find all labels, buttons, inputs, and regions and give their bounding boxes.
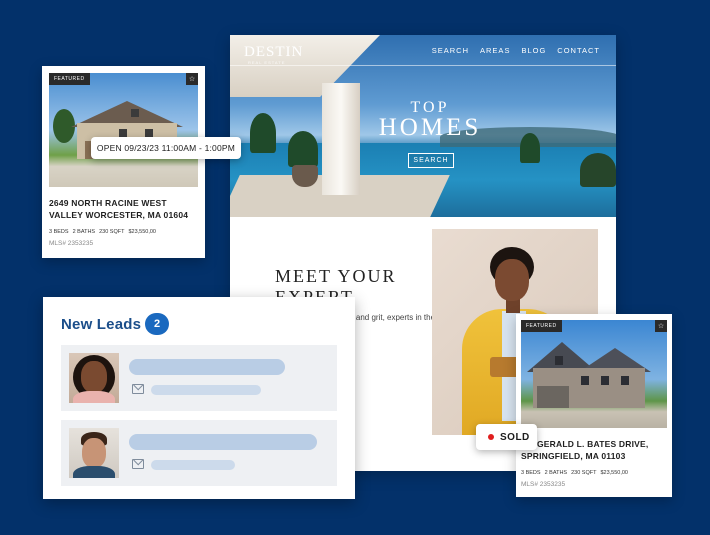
favorite-star-icon[interactable]: ☆ [186,73,198,85]
new-leads-panel: New Leads 2 [43,297,355,499]
window-image [601,376,609,385]
site-logo[interactable]: DESTIN [244,44,303,61]
nav-contact[interactable]: CONTACT [557,46,600,55]
tree-image [53,109,75,143]
lead-avatar[interactable] [69,428,119,478]
nav-search[interactable]: SEARCH [432,46,469,55]
avatar-shirt [73,391,115,403]
address-line1: 2649 NORTH RACINE WEST [49,198,167,208]
mail-icon[interactable] [132,459,144,469]
agent-face [495,259,529,301]
featured-badge: FEATURED [49,73,90,85]
listing-specs: 3 BEDS 2 BATHS 230 SQFT $23,550,00 [521,470,628,476]
price: $23,550,00 [128,229,156,235]
baths: 2 BATHS [544,470,568,476]
open-house-tag: OPEN 09/23/23 11:00AM - 1:00PM [91,137,241,159]
window-image [581,376,589,385]
hero-title-line2: HOMES [378,114,482,141]
plant-pot-image [292,165,318,187]
lead-row[interactable] [61,345,337,411]
hero-search-button[interactable]: SEARCH [408,153,454,168]
nav-areas[interactable]: AREAS [480,46,510,55]
lead-row[interactable] [61,420,337,486]
lead-avatar[interactable] [69,353,119,403]
lead-name-placeholder [129,359,285,375]
nav-blog[interactable]: BLOG [521,46,546,55]
window-image [555,356,563,365]
address-line2: SPRINGFIELD, MA 01103 [521,451,626,461]
listing-photo-2[interactable]: FEATURED ☆ [521,320,667,428]
sold-tag: SOLD [476,424,537,450]
sold-label: SOLD [500,431,530,443]
mls-number: MLS# 2353235 [521,481,566,488]
beds: 3 BEDS [49,229,69,235]
avatar-face [82,438,106,468]
leads-count-badge: 2 [145,313,169,335]
lead-name-placeholder [129,434,317,450]
hero-section: DESTIN REAL ESTATE SEARCH AREAS BLOG CON… [230,35,616,217]
window-image [145,129,153,137]
address-line2: VALLEY WORCESTER, MA 01604 [49,210,189,220]
listing-address: 2649 NORTH RACINE WEST VALLEY WORCESTER,… [49,197,188,221]
favorite-star-icon[interactable]: ☆ [655,320,667,332]
baths: 2 BATHS [72,229,96,235]
window-image [119,129,127,137]
sqft: 230 SQFT [571,470,597,476]
featured-badge: FEATURED [521,320,562,332]
listing-photo-1[interactable]: FEATURED ☆ [49,73,198,187]
window-image [621,376,629,385]
sqft: 230 SQFT [99,229,125,235]
price: $23,550,00 [600,470,628,476]
lead-email-placeholder [151,460,235,470]
mls-number: MLS# 2353235 [49,240,94,247]
lead-email-placeholder [151,385,261,395]
sold-dot-icon [488,434,494,440]
beds: 3 BEDS [521,470,541,476]
bush-image [580,153,616,187]
listing-card-1[interactable]: FEATURED ☆ 2649 NORTH RACINE WEST VALLEY… [42,66,205,258]
window-image [131,109,139,117]
avatar-shirt [73,466,115,478]
nav-divider [230,65,616,66]
listing-address: GERALD L. BATES DRIVE, SPRINGFIELD, MA 0… [521,438,649,462]
leads-title: New Leads [61,316,142,333]
garage-image [537,386,569,408]
address-line1: GERALD L. BATES DRIVE, [537,439,649,449]
avatar-face [81,361,107,393]
mail-icon[interactable] [132,384,144,394]
meet-heading-line1: MEET YOUR [275,266,397,286]
listing-card-2[interactable]: FEATURED ☆ GERALD L. BATES DRIVE, SPRING… [516,314,672,497]
listing-specs: 3 BEDS 2 BATHS 230 SQFT $23,550,00 [49,229,156,235]
site-nav: SEARCH AREAS BLOG CONTACT [432,46,600,55]
